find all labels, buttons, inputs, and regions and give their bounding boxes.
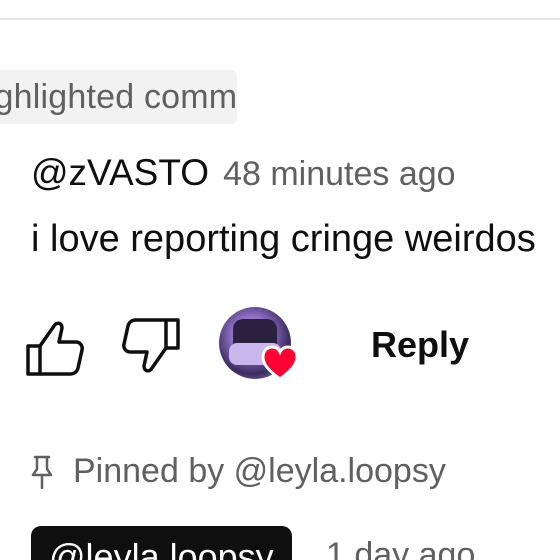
channel-owner-author-badge[interactable]: @leyla.loopsy [31, 526, 292, 560]
comment-timestamp[interactable]: 48 minutes ago [223, 155, 456, 194]
like-button[interactable] [24, 316, 86, 378]
comment-header: @zVASTO 48 minutes ago [31, 152, 456, 194]
highlighted-comment-label: Highlighted comment [0, 77, 237, 116]
highlighted-comment-badge: Highlighted comment [0, 70, 237, 124]
pin-icon [31, 455, 53, 489]
comment-text: i love reporting cringe weirdos [31, 218, 536, 260]
comment-author[interactable]: @zVASTO [31, 152, 209, 194]
next-comment-timestamp[interactable]: 1 day ago [326, 536, 475, 560]
thumbs-down-icon [122, 318, 180, 373]
creator-heart[interactable] [216, 307, 300, 385]
thumbs-up-icon [26, 321, 84, 376]
divider [0, 18, 560, 20]
comment-thread: Highlighted comment @zVASTO 48 minutes a… [0, 0, 560, 560]
heart-icon [261, 345, 299, 381]
pinned-label: Pinned by @leyla.loopsy [73, 452, 446, 490]
comment-action-bar: Reply [0, 300, 560, 390]
pinned-indicator: Pinned by @leyla.loopsy [31, 452, 446, 491]
dislike-button[interactable] [120, 314, 182, 376]
reply-button[interactable]: Reply [371, 324, 469, 366]
next-comment-author[interactable]: @leyla.loopsy [49, 536, 274, 560]
